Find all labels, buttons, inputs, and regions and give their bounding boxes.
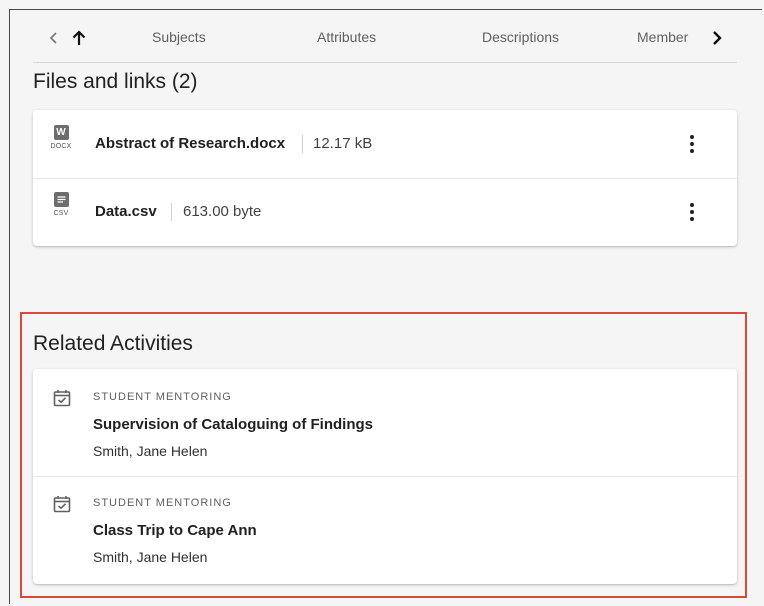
file-row[interactable]: W DOCX Abstract of Research.docx 12.17 k… <box>33 110 737 178</box>
tab-descriptions[interactable]: Descriptions <box>482 29 559 45</box>
chevron-left-icon[interactable] <box>42 26 66 50</box>
file-size: 12.17 kB <box>313 135 373 152</box>
activity-title[interactable]: Supervision of Cataloguing of Findings <box>93 416 373 433</box>
word-document-icon: W DOCX <box>50 125 72 150</box>
text-file-icon: CSV <box>46 192 76 217</box>
tab-member[interactable]: Member <box>637 29 688 45</box>
calendar-check-icon <box>52 388 72 408</box>
arrow-up-icon[interactable] <box>67 26 91 50</box>
separator <box>302 135 303 153</box>
chevron-right-icon[interactable] <box>705 26 729 50</box>
activity-type: Student Mentoring <box>93 391 232 403</box>
file-name[interactable]: Abstract of Research.docx <box>95 135 285 152</box>
activities-section-title: Related Activities <box>33 332 193 355</box>
activity-person: Smith, Jane Helen <box>93 443 208 459</box>
calendar-check-icon <box>52 494 72 514</box>
tab-attributes[interactable]: Attributes <box>317 29 376 45</box>
activity-person: Smith, Jane Helen <box>93 549 208 565</box>
tab-bar: Subjects Attributes Descriptions Member <box>33 18 737 63</box>
activity-type: Student Mentoring <box>93 497 232 509</box>
activity-item[interactable]: Student Mentoring Supervision of Catalog… <box>33 369 737 476</box>
separator <box>171 203 172 221</box>
file-row[interactable]: CSV Data.csv 613.00 byte <box>33 179 737 246</box>
file-name[interactable]: Data.csv <box>95 203 157 220</box>
activity-title[interactable]: Class Trip to Cape Ann <box>93 522 257 539</box>
activity-item[interactable]: Student Mentoring Class Trip to Cape Ann… <box>33 477 737 584</box>
more-options-icon[interactable] <box>683 200 701 224</box>
more-options-icon[interactable] <box>683 132 701 156</box>
file-size: 613.00 byte <box>183 203 262 220</box>
files-card: W DOCX Abstract of Research.docx 12.17 k… <box>33 110 737 246</box>
tab-subjects[interactable]: Subjects <box>152 29 206 45</box>
activities-card: Student Mentoring Supervision of Catalog… <box>33 369 737 584</box>
files-section-title: Files and links (2) <box>33 70 198 93</box>
